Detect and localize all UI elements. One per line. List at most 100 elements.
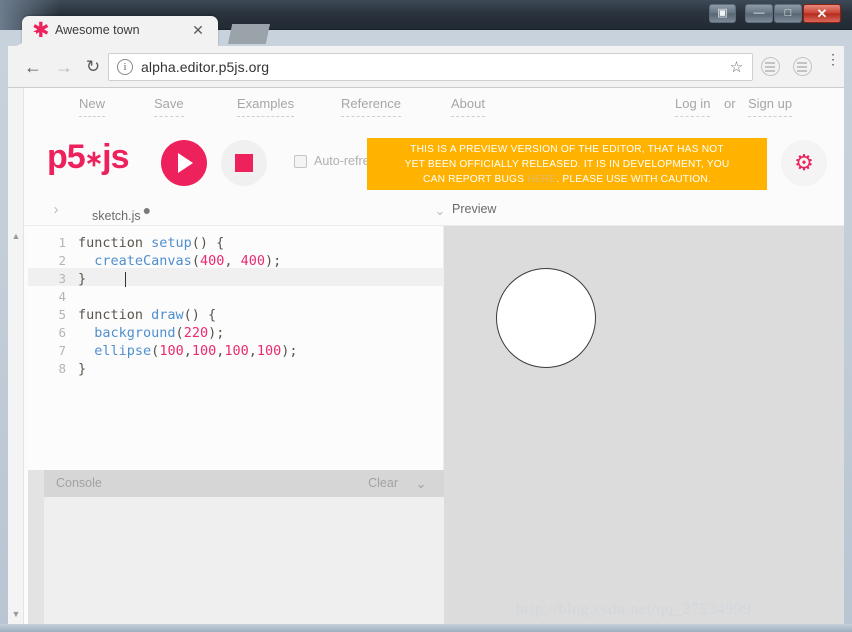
auto-refresh-checkbox[interactable]: [294, 155, 307, 168]
code-token: background: [94, 325, 176, 341]
window-close-button[interactable]: ✕: [803, 4, 841, 23]
code-token: (: [191, 253, 200, 269]
site-info-icon[interactable]: i: [117, 59, 133, 75]
scroll-up-icon[interactable]: ▲: [8, 228, 24, 244]
sketch-canvas-ellipse: [496, 268, 596, 368]
window-maximize-button[interactable]: □: [774, 4, 802, 23]
p5-top-nav: New Save Examples Reference About Log in…: [24, 88, 844, 122]
code-token: );: [265, 253, 282, 269]
code-token: 100: [159, 343, 184, 359]
preview-version-banner: THIS IS A PREVIEW VERSION OF THE EDITOR,…: [367, 138, 767, 190]
p5-editor-page: New Save Examples Reference About Log in…: [24, 88, 844, 624]
stop-button[interactable]: [221, 140, 267, 186]
code-token: 400: [240, 253, 265, 269]
console-label: Console: [56, 476, 102, 490]
browser-toolbar: ← → ↻ i alpha.editor.p5js.org ☆ ⋮: [8, 46, 844, 88]
nav-item-login[interactable]: Log in: [675, 96, 711, 117]
code-line[interactable]: background(220);: [78, 324, 224, 342]
code-line[interactable]: ellipse(100,100,100,100);: [78, 342, 297, 360]
logo-js-text: js: [102, 138, 129, 176]
address-bar[interactable]: i alpha.editor.p5js.org ☆: [108, 53, 753, 81]
scroll-down-icon[interactable]: ▼: [8, 606, 24, 622]
banner-line-2: YET BEEN OFFICIALLY RELEASED. IT IS IN D…: [404, 159, 730, 170]
nav-item-about[interactable]: About: [451, 96, 485, 117]
nav-item-save[interactable]: Save: [154, 96, 184, 117]
code-token: ellipse: [94, 343, 152, 359]
gear-icon: ⚙: [794, 150, 814, 175]
tab-close-icon[interactable]: ✕: [191, 23, 205, 37]
code-token: 400: [199, 253, 225, 269]
extension-icon-2[interactable]: [793, 57, 812, 76]
window-user-button[interactable]: ▣: [709, 4, 736, 23]
back-icon[interactable]: ←: [22, 56, 44, 78]
code-line[interactable]: }: [78, 270, 86, 288]
code-token: 100: [191, 343, 217, 359]
bookmark-star-icon[interactable]: ☆: [728, 59, 745, 76]
code-token: ,: [183, 343, 192, 359]
p5js-logo[interactable]: p5∗js: [47, 138, 129, 177]
os-window: ✱ Awesome town ✕ ▣ — □ ✕ ← → ↻ i alpha.e…: [0, 0, 852, 632]
new-tab-button[interactable]: [228, 24, 270, 44]
line-number: 6: [58, 325, 66, 340]
code-line[interactable]: }: [78, 360, 86, 378]
code-editor[interactable]: 1 function setup() { 2 createCanvas(400, 4…: [28, 226, 444, 470]
code-token: }: [78, 271, 87, 287]
window-titlebar: ✱ Awesome town ✕ ▣ — □ ✕: [0, 0, 852, 46]
file-tab-sketch-js[interactable]: sketch.js ●: [92, 202, 151, 223]
nav-item-or: or: [724, 96, 736, 111]
nav-item-signup[interactable]: Sign up: [748, 96, 793, 117]
code-token: 220: [183, 325, 209, 341]
code-line[interactable]: createCanvas(400, 400);: [78, 252, 281, 270]
settings-button[interactable]: ⚙: [781, 140, 827, 186]
watermark-text: http://blog.csdn.net/qq_27534999: [516, 601, 752, 618]
line-number: 1: [58, 235, 66, 250]
banner-line-3-pre: CAN REPORT BUGS: [423, 174, 528, 185]
code-line[interactable]: function draw() {: [78, 306, 216, 324]
code-token: }: [78, 361, 87, 377]
browser-tab[interactable]: ✱ Awesome town ✕: [22, 16, 218, 46]
nav-item-new[interactable]: New: [79, 96, 106, 117]
editor-code-area[interactable]: 1 function setup() { 2 createCanvas(400, 4…: [28, 226, 444, 470]
chevron-right-icon[interactable]: ›: [46, 200, 66, 220]
banner-line-3-post: . PLEASE USE WITH CAUTION.: [556, 174, 711, 185]
code-token: 100: [224, 343, 249, 359]
line-number: 5: [58, 307, 66, 322]
chevron-down-icon[interactable]: ⌄: [429, 201, 451, 221]
page-scrollbar[interactable]: ▲ ▼: [8, 88, 24, 624]
banner-here-link[interactable]: HERE: [527, 174, 556, 185]
preview-pane[interactable]: [444, 226, 844, 624]
text-caret: [125, 272, 126, 287]
code-token: ,: [248, 343, 257, 359]
line-number: 3: [58, 271, 66, 286]
code-line[interactable]: function setup() {: [78, 234, 224, 252]
file-tab-strip: › sketch.js ● ⌄ Preview: [24, 196, 844, 226]
console-output: [44, 497, 444, 624]
forward-icon[interactable]: →: [53, 56, 75, 78]
line-number: 2: [58, 253, 66, 268]
window-minimize-button[interactable]: —: [745, 4, 773, 23]
tab-favicon-icon: ✱: [32, 19, 50, 42]
code-token: draw: [151, 307, 184, 323]
page-viewport: ▲ ▼ New Save Examples Reference About Lo…: [8, 88, 844, 624]
stop-icon: [235, 154, 253, 172]
play-button[interactable]: [161, 140, 207, 186]
code-token: );: [208, 325, 225, 341]
code-token: () {: [183, 307, 217, 323]
p5-toolbar: p5∗js Auto-refresh THIS IS A PREVIEW VER…: [24, 122, 844, 196]
extension-icon-1[interactable]: [761, 57, 780, 76]
console-header[interactable]: Console Clear ⌄: [44, 470, 444, 497]
line-number: 8: [58, 361, 66, 376]
code-token: setup: [151, 235, 192, 251]
unsaved-dot-icon: ●: [142, 202, 152, 218]
code-token: 100: [256, 343, 282, 359]
address-bar-url: alpha.editor.p5js.org: [141, 59, 270, 75]
console-clear-button[interactable]: Clear: [368, 476, 398, 490]
chevron-down-icon[interactable]: ⌄: [412, 475, 430, 493]
nav-item-examples[interactable]: Examples: [237, 96, 295, 117]
reload-icon[interactable]: ↻: [82, 56, 104, 78]
browser-menu-icon[interactable]: ⋮: [826, 52, 840, 76]
nav-item-reference[interactable]: Reference: [341, 96, 401, 117]
